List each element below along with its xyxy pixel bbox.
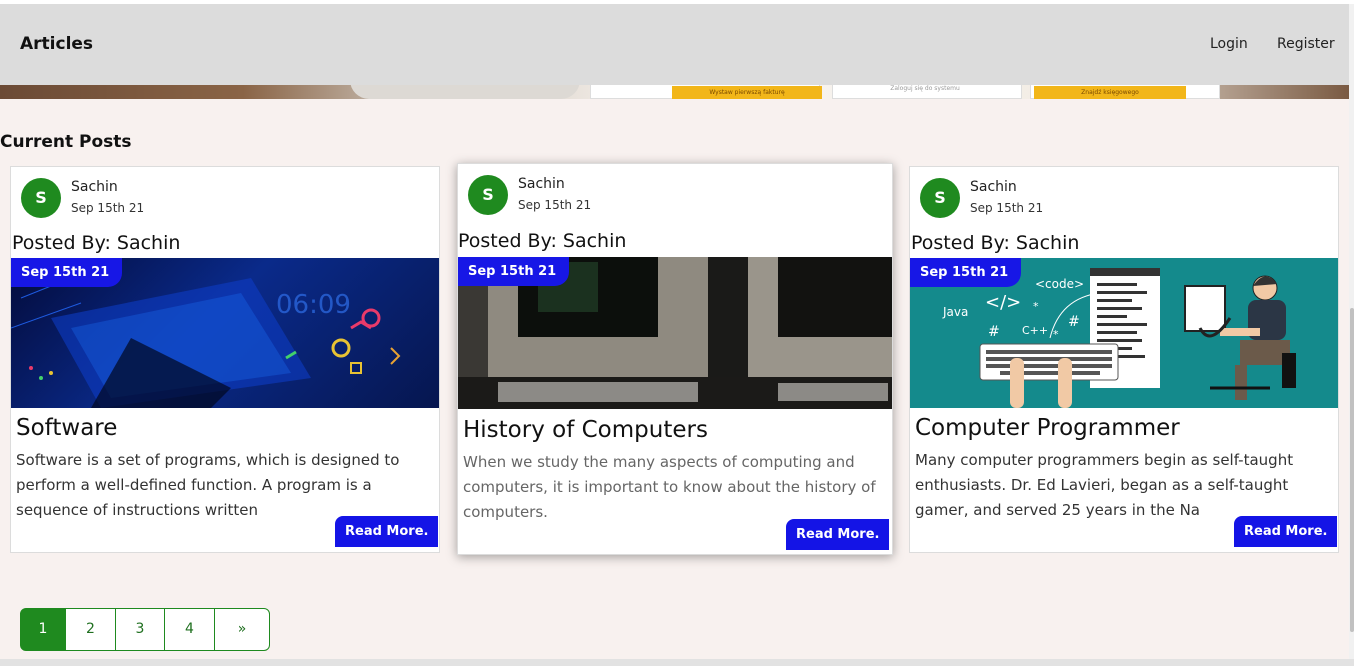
image-label: * xyxy=(1053,328,1059,341)
page-2-button[interactable]: 2 xyxy=(65,608,116,651)
post-title[interactable]: Software xyxy=(16,415,117,441)
read-more-button[interactable]: Read More. xyxy=(786,519,890,550)
scrollbar-thumb[interactable] xyxy=(1350,308,1354,632)
read-more-button[interactable]: Read More. xyxy=(1234,516,1338,547)
post-title[interactable]: Computer Programmer xyxy=(915,415,1180,441)
author-avatar[interactable]: S xyxy=(21,178,61,218)
image-label: </> xyxy=(985,292,1021,313)
vintage-computers-image[interactable]: Sep 15th 21 xyxy=(458,257,892,409)
post-card-software: S Sachin Sep 15th 21 Posted By: Sachin S… xyxy=(10,166,440,553)
next-page-icon[interactable]: » xyxy=(214,608,270,651)
posted-by-label: Posted By: Sachin xyxy=(458,230,627,252)
page-3-button[interactable]: 3 xyxy=(115,608,165,651)
brand-logo[interactable]: Articles xyxy=(20,34,93,54)
page-1-button[interactable]: 1 xyxy=(20,608,66,651)
date-badge: Sep 15th 21 xyxy=(910,258,1022,287)
programmer-illustration-image[interactable]: Sep 15th 21 h <code> </> Java # C++ # * … xyxy=(910,258,1338,408)
post-date: Sep 15th 21 xyxy=(518,198,592,212)
post-date: Sep 15th 21 xyxy=(970,201,1044,215)
image-label: # xyxy=(1068,314,1080,330)
image-label: <code> xyxy=(1035,277,1084,291)
posted-by-label: Posted By: Sachin xyxy=(12,232,181,254)
date-badge: Sep 15th 21 xyxy=(458,257,570,286)
date-badge: Sep 15th 21 xyxy=(11,258,123,287)
image-label: C++ xyxy=(1022,324,1048,337)
post-excerpt: Software is a set of programs, which is … xyxy=(16,451,400,519)
image-label: # xyxy=(988,324,1000,340)
bottom-strip xyxy=(0,659,1354,666)
nav-login-link[interactable]: Login xyxy=(1210,36,1248,52)
svg-text:06:09: 06:09 xyxy=(276,290,351,320)
page-4-button[interactable]: 4 xyxy=(164,608,215,651)
post-card-computer-programmer: S Sachin Sep 15th 21 Posted By: Sachin S… xyxy=(909,166,1339,553)
post-excerpt: When we study the many aspects of comput… xyxy=(463,453,876,521)
post-card-history-of-computers: S Sachin Sep 15th 21 Posted By: Sachin S… xyxy=(457,163,893,555)
read-more-button[interactable]: Read More. xyxy=(335,516,439,547)
post-title[interactable]: History of Computers xyxy=(463,417,708,443)
post-date: Sep 15th 21 xyxy=(71,201,145,215)
image-label: * xyxy=(1033,300,1039,313)
navbar: Articles Login Register xyxy=(0,4,1349,85)
author-avatar[interactable]: S xyxy=(920,178,960,218)
nav-register-link[interactable]: Register xyxy=(1277,36,1335,52)
author-name: Sachin xyxy=(518,176,565,192)
author-name: Sachin xyxy=(970,179,1017,195)
posted-by-label: Posted By: Sachin xyxy=(911,232,1080,254)
hero-tag-3: Znajdź księgowego xyxy=(1034,86,1186,99)
hero-tag-1: Wystaw pierwszą fakturę xyxy=(672,86,822,99)
pagination: 1 2 3 4 » xyxy=(20,608,270,651)
author-name: Sachin xyxy=(71,179,118,195)
post-excerpt: Many computer programmers begin as self-… xyxy=(915,451,1294,519)
author-avatar[interactable]: S xyxy=(468,175,508,215)
section-title: Current Posts xyxy=(0,132,132,152)
software-dashboard-image[interactable]: Sep 15th 21 06:09 xyxy=(11,258,439,408)
image-label: Java xyxy=(942,305,968,319)
